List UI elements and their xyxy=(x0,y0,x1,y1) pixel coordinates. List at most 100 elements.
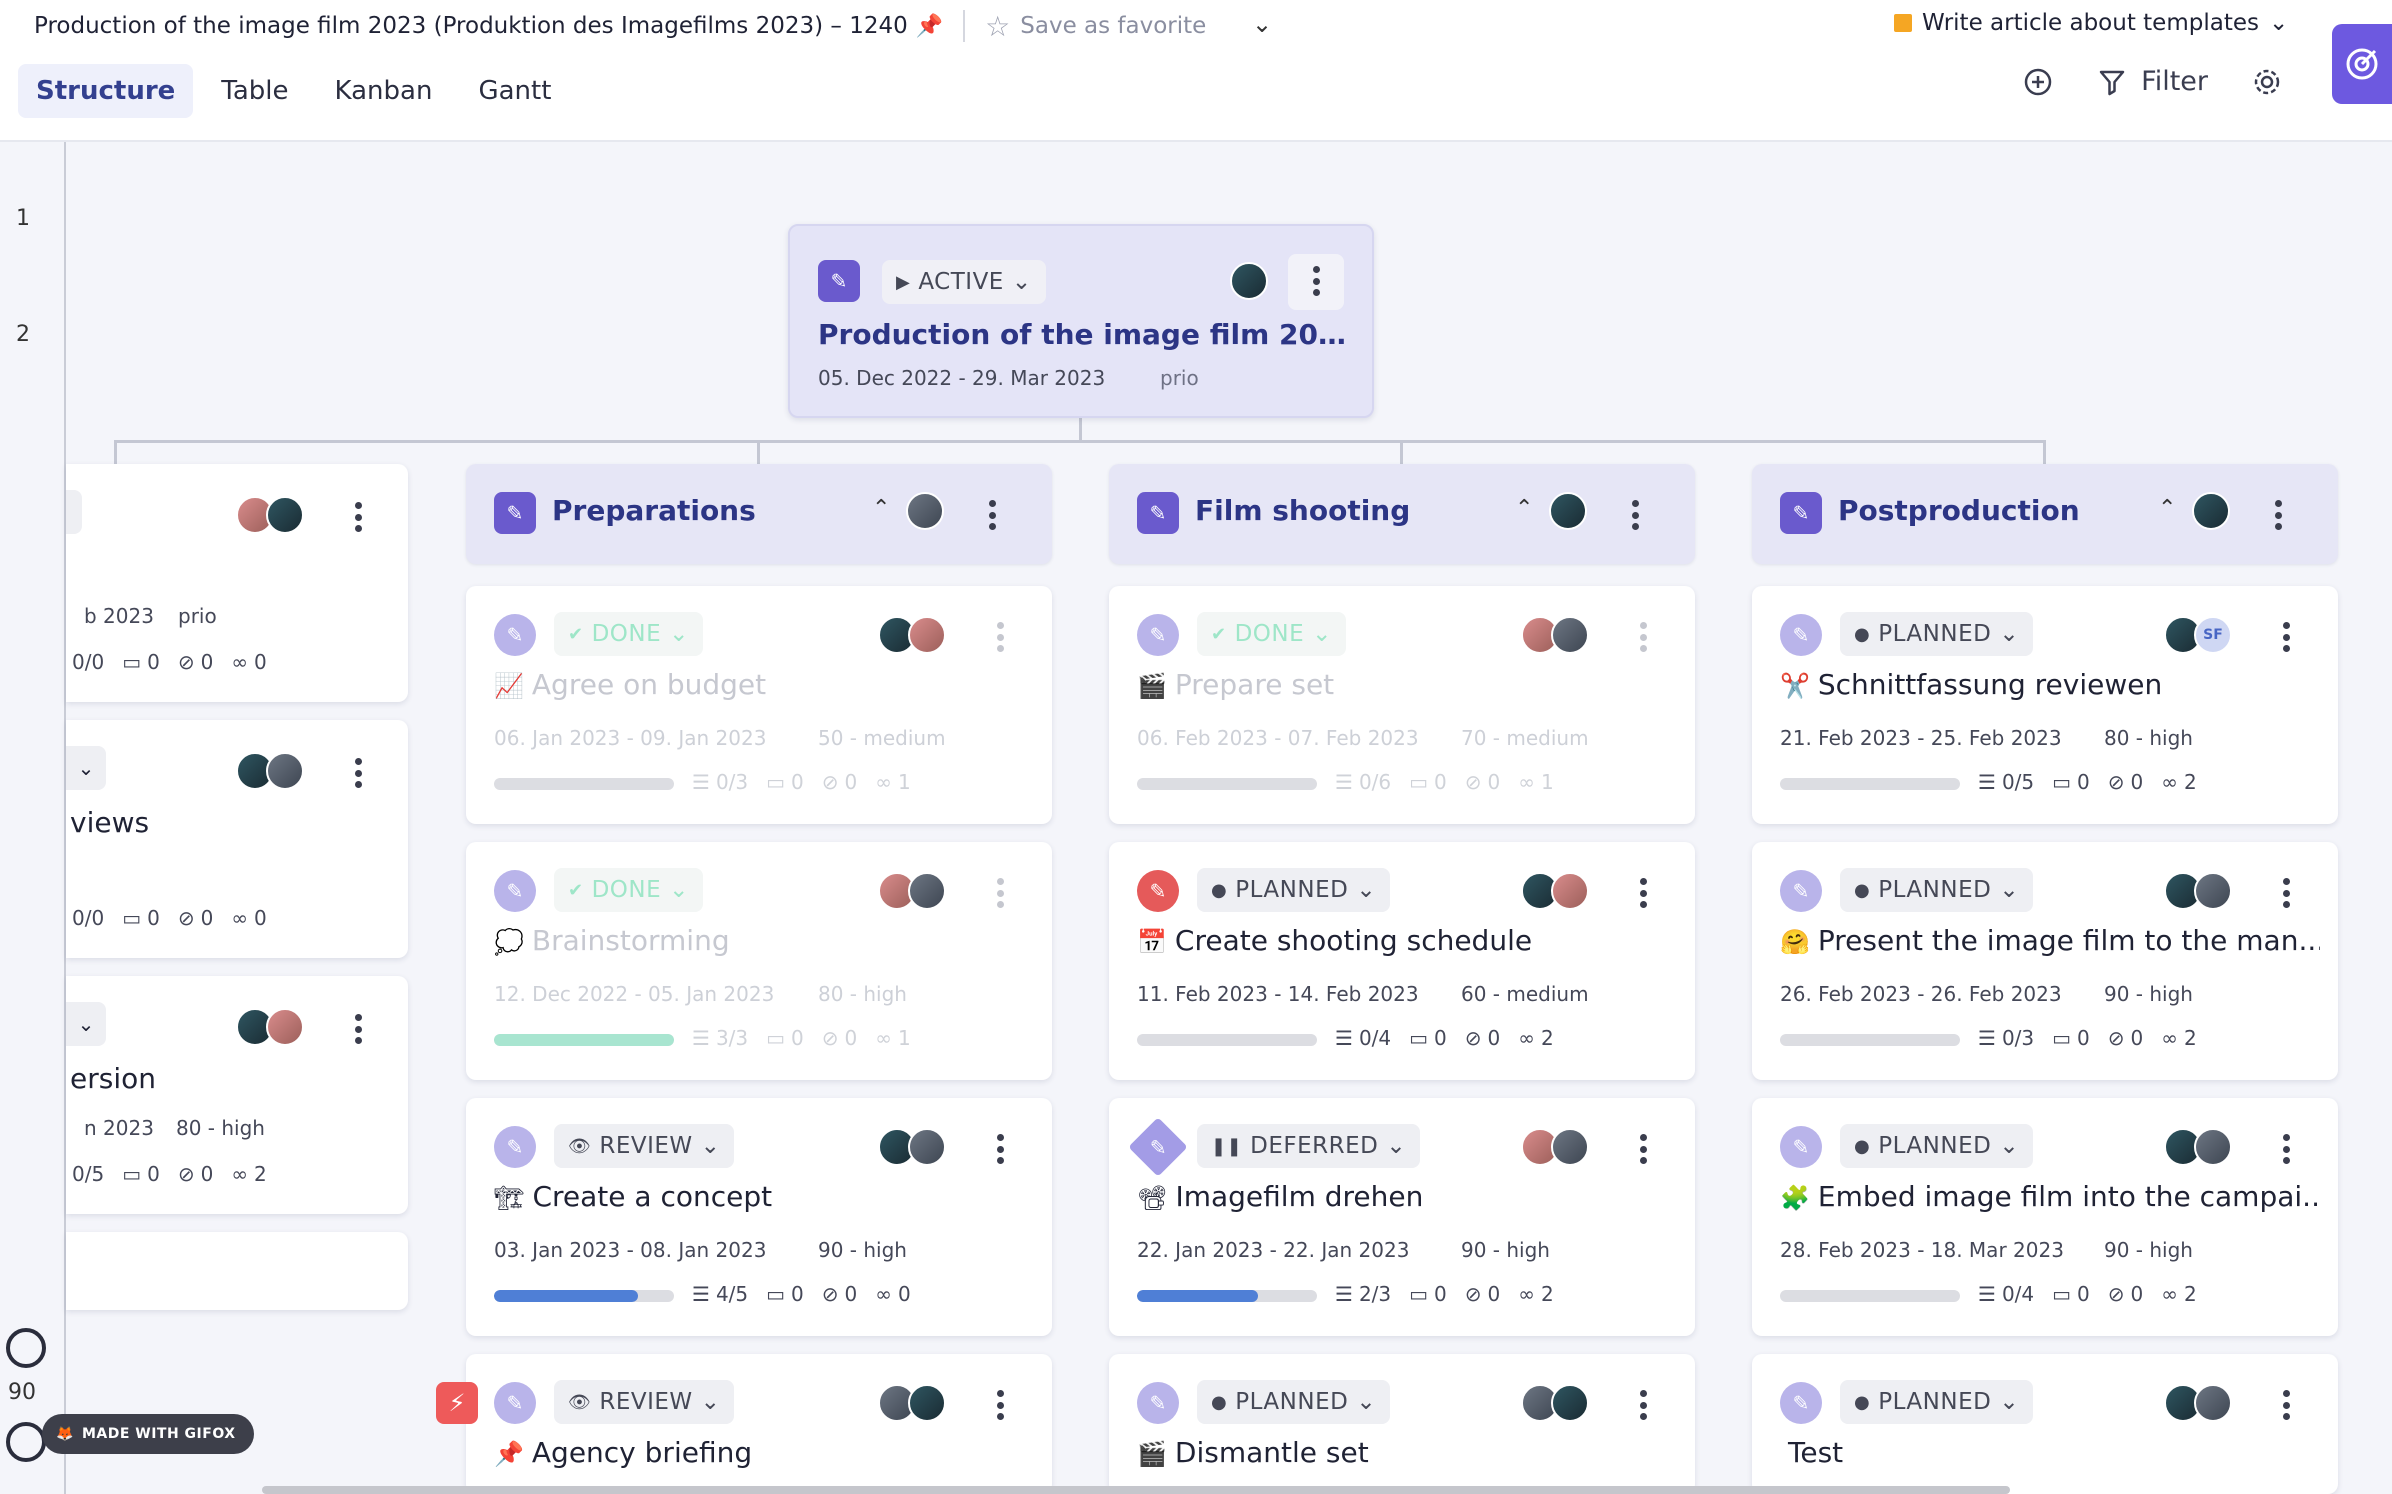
card-title[interactable]: 💭 Brainstorming xyxy=(494,924,1034,957)
avatar[interactable] xyxy=(2192,492,2230,530)
avatar[interactable] xyxy=(1551,616,1589,654)
status-badge[interactable]: ⌄ xyxy=(66,746,106,790)
kebab-icon[interactable] xyxy=(996,1390,1004,1420)
edit-icon[interactable]: ✎ xyxy=(494,870,536,912)
avatar[interactable] xyxy=(2194,1384,2232,1422)
partial-card[interactable]: ⌄ views 0/0 ▭ 0 ⊘ 0 ∞ 0 xyxy=(66,720,408,958)
status-badge[interactable]: 👁 REVIEW ⌄ xyxy=(554,1380,735,1424)
card-title[interactable]: Test xyxy=(1780,1436,2320,1469)
status-badge[interactable]: ● PLANNED ⌄ xyxy=(1840,868,2034,912)
avatar[interactable] xyxy=(266,496,304,534)
edit-icon[interactable]: ✎ xyxy=(1137,870,1179,912)
card-title[interactable]: 📅 Create shooting schedule xyxy=(1137,924,1677,957)
status-badge[interactable] xyxy=(66,490,82,534)
avatar[interactable] xyxy=(1230,262,1268,300)
task-card[interactable]: ✎ ❚❚ DEFERRED ⌄ 📽 Imagefilm drehen 22. Jan 202… xyxy=(1109,1098,1695,1336)
status-badge[interactable]: ● PLANNED ⌄ xyxy=(1840,612,2034,656)
status-badge[interactable]: ❚❚ DEFERRED ⌄ xyxy=(1197,1124,1421,1168)
task-card[interactable]: ✎ ● PLANNED ⌄ 🎬 Dismantle set xyxy=(1109,1354,1695,1494)
add-button[interactable] xyxy=(2023,67,2053,97)
kebab-icon[interactable] xyxy=(2274,500,2282,530)
status-badge[interactable]: ● PLANNED ⌄ xyxy=(1840,1380,2034,1424)
edit-icon[interactable]: ✎ xyxy=(1780,1382,1822,1424)
collapse-icon[interactable]: ⌃ xyxy=(2158,496,2176,521)
card-title[interactable]: 🎬 Dismantle set xyxy=(1137,1436,1677,1469)
group-prep[interactable]: ✎ Preparations ⌃ xyxy=(466,464,1052,564)
avatar[interactable] xyxy=(1551,1384,1589,1422)
task-card[interactable]: ✎ ● PLANNED ⌄ 📅 Create shooting schedule 11. F… xyxy=(1109,842,1695,1080)
edit-icon[interactable]: ✎ xyxy=(1128,1117,1188,1177)
group-title[interactable]: Preparations xyxy=(552,494,756,527)
kebab-icon[interactable] xyxy=(2282,1390,2290,1420)
card-title[interactable]: 🤗 Present the image film to the man... xyxy=(1780,924,2320,957)
kebab-icon[interactable] xyxy=(1639,878,1647,908)
lightning-icon[interactable]: ⚡ xyxy=(436,1382,478,1424)
task-card[interactable]: ✎ ● PLANNED ⌄ SF ✂️ Schnittfassung reviewen 21.… xyxy=(1752,586,2338,824)
card-title[interactable]: ersion xyxy=(70,1062,156,1095)
kebab-icon[interactable] xyxy=(2282,622,2290,652)
zoom-in-icon[interactable] xyxy=(6,1328,46,1368)
kebab-icon[interactable] xyxy=(996,1134,1004,1164)
avatar[interactable] xyxy=(908,1128,946,1166)
task-card[interactable]: ✎ ✔ DONE ⌄ 📈 Agree on budget 06. Jan 2023 - 09… xyxy=(466,586,1052,824)
status-badge[interactable]: ✔ DONE ⌄ xyxy=(554,612,703,656)
avatar[interactable]: SF xyxy=(2194,616,2232,654)
project-title[interactable]: Production of the image film 2023 (Produ… xyxy=(34,13,908,39)
edit-icon[interactable]: ✎ xyxy=(494,614,536,656)
status-badge[interactable]: 👁 REVIEW ⌄ xyxy=(554,1124,735,1168)
kebab-icon[interactable] xyxy=(1639,622,1647,652)
kebab-icon[interactable] xyxy=(1631,500,1639,530)
kebab-icon[interactable] xyxy=(2282,878,2290,908)
group-post[interactable]: ✎ Postproduction ⌃ xyxy=(1752,464,2338,564)
filter-button[interactable]: Filter xyxy=(2097,66,2208,97)
avatar[interactable] xyxy=(906,492,944,530)
tab-kanban[interactable]: Kanban xyxy=(317,64,451,118)
card-title[interactable]: 🧩 Embed image film into the campai... xyxy=(1780,1180,2320,1213)
card-title[interactable]: ✂️ Schnittfassung reviewen xyxy=(1780,668,2320,701)
edit-icon[interactable]: ✎ xyxy=(1780,870,1822,912)
more-menu-button[interactable] xyxy=(1288,254,1344,310)
task-card[interactable]: ✎ ● PLANNED ⌄ Test xyxy=(1752,1354,2338,1494)
collapse-icon[interactable]: ⌃ xyxy=(1515,496,1533,521)
status-badge[interactable]: ⌄ xyxy=(66,1002,106,1046)
task-card[interactable]: ✎ ✔ DONE ⌄ 💭 Brainstorming 12. Dec 2022 - 05. … xyxy=(466,842,1052,1080)
horizontal-scrollbar[interactable] xyxy=(262,1486,2010,1494)
group-film[interactable]: ✎ Film shooting ⌃ xyxy=(1109,464,1695,564)
avatar[interactable] xyxy=(2194,1128,2232,1166)
partial-card[interactable]: ⌄ ersion n 2023 80 - high 0/5 ▭ 0 ⊘ 0 ∞ 2 xyxy=(66,976,408,1214)
avatar[interactable] xyxy=(908,1384,946,1422)
edit-icon[interactable]: ✎ xyxy=(1780,492,1822,534)
save-favorite-button[interactable]: ☆ Save as favorite xyxy=(985,10,1206,43)
kebab-icon[interactable] xyxy=(354,502,362,532)
edit-icon[interactable]: ✎ xyxy=(494,1126,536,1168)
group-title[interactable]: Film shooting xyxy=(1195,494,1410,527)
tab-structure[interactable]: Structure xyxy=(18,64,194,118)
kebab-icon[interactable] xyxy=(2282,1134,2290,1164)
avatar[interactable] xyxy=(908,616,946,654)
status-badge[interactable]: ✔ DONE ⌄ xyxy=(554,868,703,912)
edit-icon[interactable]: ✎ xyxy=(1137,492,1179,534)
card-title[interactable]: views xyxy=(70,806,149,839)
app-launcher-button[interactable] xyxy=(2332,24,2392,104)
edit-icon[interactable]: ✎ xyxy=(818,260,860,302)
avatar[interactable] xyxy=(1549,492,1587,530)
avatar[interactable] xyxy=(266,1008,304,1046)
avatar[interactable] xyxy=(1551,872,1589,910)
settings-button[interactable] xyxy=(2252,67,2282,97)
kebab-icon[interactable] xyxy=(988,500,996,530)
avatar[interactable] xyxy=(1551,1128,1589,1166)
status-badge[interactable]: ● PLANNED ⌄ xyxy=(1197,1380,1391,1424)
kebab-icon[interactable] xyxy=(996,878,1004,908)
kebab-icon[interactable] xyxy=(354,758,362,788)
avatar[interactable] xyxy=(2194,872,2232,910)
avatar[interactable] xyxy=(908,872,946,910)
edit-icon[interactable]: ✎ xyxy=(1780,614,1822,656)
avatar[interactable] xyxy=(266,752,304,790)
kebab-icon[interactable] xyxy=(996,622,1004,652)
partial-card[interactable]: b 2023 prio 0/0 ▭ 0 ⊘ 0 ∞ 0 xyxy=(66,464,408,702)
status-badge[interactable]: ▶ ACTIVE ⌄ xyxy=(882,260,1046,304)
task-card[interactable]: ✎ 👁 REVIEW ⌄ 🏗 Create a concept 03. Jan 2023 -… xyxy=(466,1098,1052,1336)
status-badge[interactable]: ● PLANNED ⌄ xyxy=(1197,868,1391,912)
group-title[interactable]: Postproduction xyxy=(1838,494,2080,527)
card-title[interactable]: 📌 Agency briefing xyxy=(494,1436,1034,1469)
